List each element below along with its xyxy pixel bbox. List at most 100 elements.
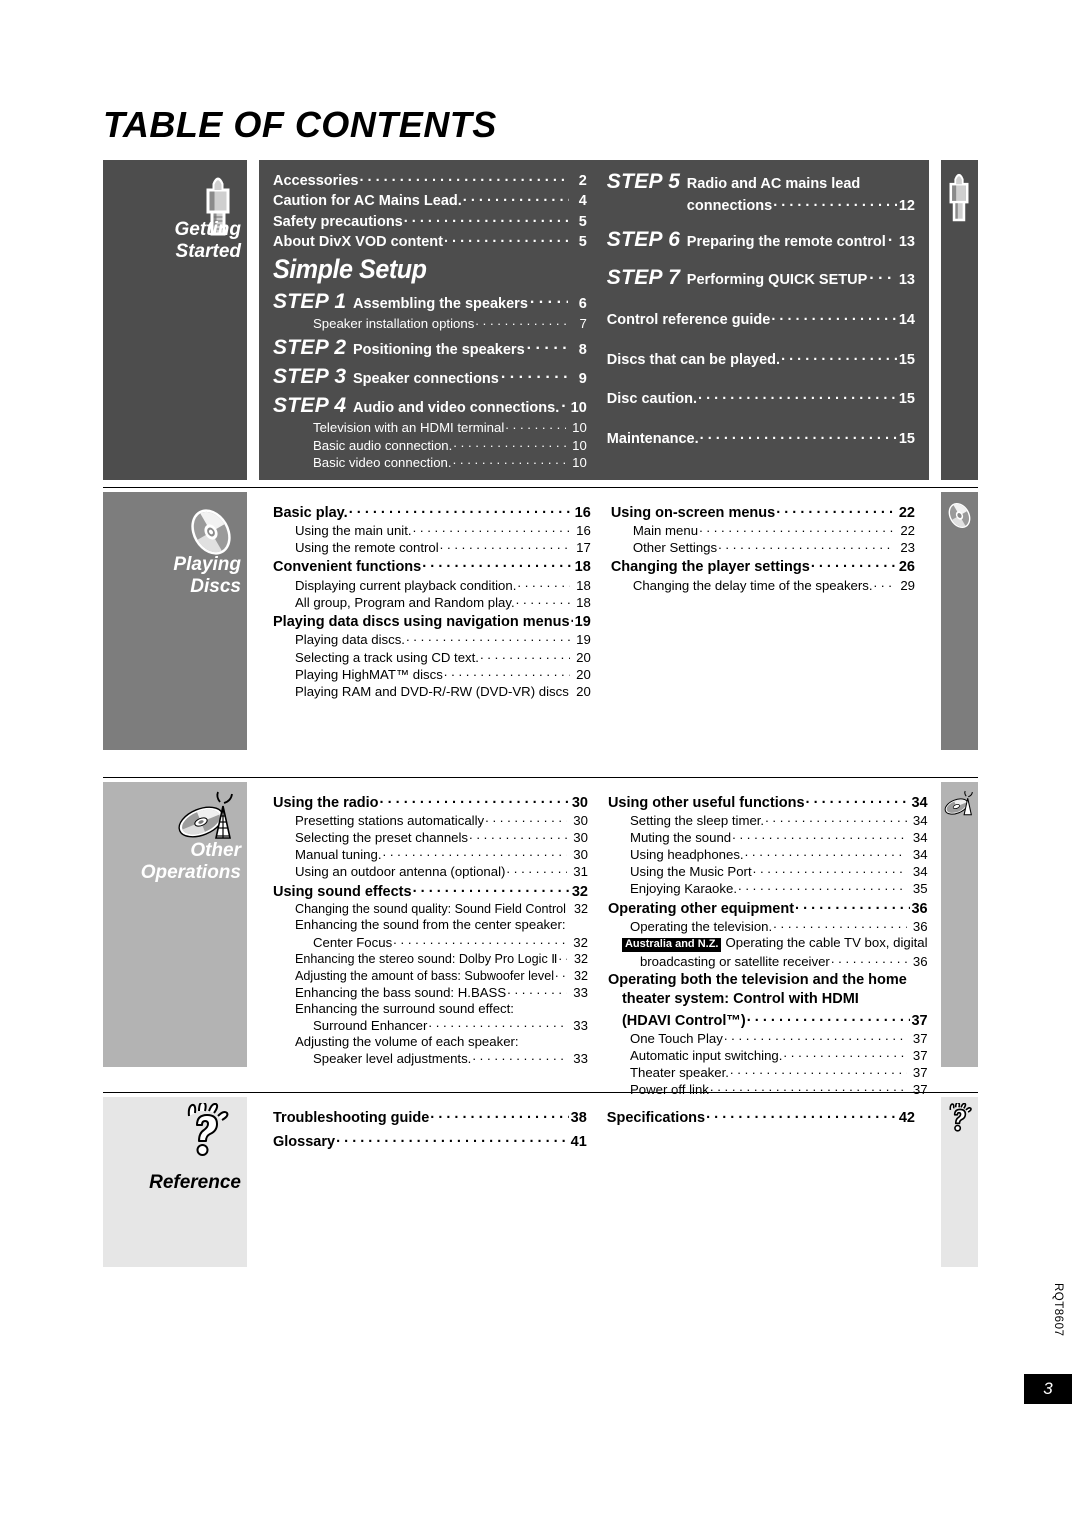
- toc-row[interactable]: Automatic input switching.37: [608, 1047, 928, 1063]
- toc-row[interactable]: Convenient functions18: [273, 557, 591, 576]
- toc-row[interactable]: Safety precautions5: [273, 211, 587, 230]
- toc-row[interactable]: Selecting a track using CD text.20: [273, 648, 591, 664]
- toc-row[interactable]: Glossary41: [273, 1132, 587, 1151]
- leader-dots: [404, 211, 569, 226]
- leader-dots: [831, 953, 907, 966]
- leader-dots: [516, 594, 570, 607]
- toc-row[interactable]: All group, Program and Random play.18: [273, 594, 591, 610]
- toc-row[interactable]: Using the Music Port34: [608, 863, 928, 879]
- toc-step-row[interactable]: STEP 7 Performing QUICK SETUP13: [607, 266, 915, 290]
- leader-dots: [422, 557, 573, 572]
- toc-row[interactable]: Caution for AC Mains Lead.4: [273, 191, 587, 210]
- toc-row[interactable]: Enhancing the bass sound: H.BASS33: [273, 984, 588, 1000]
- section-reference: Reference Troubleshooting guide38 Glossa…: [103, 1097, 978, 1267]
- toc-row[interactable]: Disc caution.15: [607, 389, 915, 408]
- toc-row[interactable]: Adjusting the amount of bass: Subwoofer …: [273, 967, 588, 983]
- toc-row[interactable]: Setting the sleep timer.34: [608, 812, 928, 828]
- toc-row[interactable]: Changing the sound quality: Sound Field …: [273, 901, 588, 916]
- toc-row[interactable]: Using an outdoor antenna (optional)31: [273, 863, 588, 879]
- section-tab-label-line1: Playing: [173, 554, 241, 575]
- toc-row[interactable]: Presetting stations automatically30: [273, 812, 588, 828]
- section-tab-label: Getting Started: [103, 219, 242, 262]
- toc-row[interactable]: Manual tuning.30: [273, 846, 588, 862]
- leader-dots: [781, 349, 897, 364]
- toc-row[interactable]: Accessories2: [273, 170, 587, 189]
- toc-row[interactable]: Basic play.16: [273, 502, 591, 521]
- toc-row[interactable]: Television with an HDMI terminal10: [273, 419, 587, 435]
- leader-dots: [349, 502, 573, 517]
- toc-row[interactable]: Control reference guide14: [607, 310, 915, 329]
- leader-dots: [730, 1064, 907, 1077]
- leader-dots: [444, 232, 569, 247]
- toc-row[interactable]: Center Focus32: [273, 933, 588, 949]
- toc-step-row[interactable]: STEP 3 Speaker connections9: [273, 365, 587, 389]
- toc-row[interactable]: Surround Enhancer33: [273, 1017, 588, 1033]
- toc-row[interactable]: About DivX VOD content5: [273, 232, 587, 251]
- leader-dots: [527, 338, 568, 354]
- toc-row[interactable]: Changing the player settings26: [611, 557, 915, 576]
- toc-text-line: Enhancing the surround sound effect:: [295, 1000, 514, 1016]
- toc-row[interactable]: Playing data discs using navigation menu…: [273, 612, 591, 631]
- toc-row[interactable]: Changing the delay time of the speakers.…: [611, 576, 915, 592]
- leader-dots: [718, 539, 894, 552]
- toc-row[interactable]: Playing HighMAT™ discs20: [273, 666, 591, 682]
- toc-row[interactable]: Troubleshooting guide38: [273, 1107, 587, 1126]
- toc-row[interactable]: broadcasting or satellite receiver36: [608, 953, 928, 969]
- toc-row[interactable]: Main menu22: [611, 522, 915, 538]
- toc-row[interactable]: connections12: [607, 195, 915, 214]
- toc-row[interactable]: Discs that can be played.15: [607, 349, 915, 368]
- leader-dots: [506, 863, 567, 876]
- toc-row[interactable]: Operating the television.36: [608, 918, 928, 934]
- toc-row[interactable]: Using other useful functions34: [608, 792, 928, 811]
- toc-row[interactable]: Operating other equipment36: [608, 898, 928, 917]
- toc-text-line: theater system: Control with HDMI: [621, 991, 859, 1008]
- toc-text-line: Australia and N.Z. Operating the cable TV…: [608, 935, 928, 952]
- toc-row[interactable]: Using the remote control17: [273, 539, 591, 555]
- toc-row[interactable]: Enjoying Karaoke.35: [608, 880, 928, 896]
- section-tab-label: Reference: [103, 1172, 241, 1194]
- toc-row[interactable]: Speaker installation options7: [273, 315, 587, 331]
- toc-row[interactable]: Displaying current playback condition.18: [273, 576, 591, 592]
- region-badge: Australia and N.Z.: [621, 938, 722, 952]
- toc-row[interactable]: Theater speaker.37: [608, 1064, 928, 1080]
- toc-column-left: Troubleshooting guide38 Glossary41: [273, 1105, 599, 1267]
- toc-text-line: Adjusting the volume of each speaker:: [295, 1034, 519, 1050]
- toc-row[interactable]: Using headphones.34: [608, 846, 928, 862]
- toc-row[interactable]: Maintenance.15: [607, 428, 915, 447]
- leader-dots: [765, 812, 906, 825]
- toc-row[interactable]: Using on-screen menus22: [611, 502, 915, 521]
- toc-row[interactable]: One Touch Play37: [608, 1030, 928, 1046]
- toc-row[interactable]: (HDAVI Control™)37: [608, 1010, 928, 1029]
- toc-row[interactable]: Using sound effects32: [273, 881, 588, 900]
- section-tab-label-line1: Other: [190, 840, 241, 861]
- toc-row[interactable]: Muting the sound34: [608, 829, 928, 845]
- toc-step-row[interactable]: STEP 5 Radio and AC mains lead: [607, 170, 915, 194]
- leader-dots: [706, 1107, 897, 1122]
- toc-row[interactable]: Power off link37: [608, 1081, 928, 1097]
- section-right-tab-playing-discs: [941, 492, 978, 750]
- leader-dots: [888, 230, 896, 246]
- toc-row[interactable]: Other Settings23: [611, 539, 915, 555]
- section-tab-label: Other Operations: [103, 840, 241, 883]
- toc-step-row[interactable]: STEP 4 Audio and video connections.10: [273, 394, 587, 418]
- leader-dots: [699, 522, 894, 535]
- leader-dots: [359, 170, 568, 185]
- leader-dots: [501, 367, 568, 383]
- toc-row[interactable]: Selecting the preset channels30: [273, 829, 588, 845]
- toc-row[interactable]: Playing RAM and DVD-R/-RW (DVD-VR) discs…: [273, 683, 591, 699]
- toc-row[interactable]: Using the radio30: [273, 792, 588, 811]
- section-tab-label-line1: Getting: [174, 219, 242, 240]
- toc-row[interactable]: Basic audio connection.10: [273, 436, 587, 452]
- leader-dots: [475, 315, 566, 328]
- section-content-other-operations: Using the radio30 Presetting stations au…: [259, 782, 929, 1097]
- toc-row[interactable]: Specifications42: [607, 1107, 915, 1126]
- toc-step-row[interactable]: STEP 2 Positioning the speakers8: [273, 336, 587, 360]
- toc-step-row[interactable]: STEP 1 Assembling the speakers6: [273, 290, 587, 314]
- leader-dots: [561, 396, 568, 412]
- toc-step-row[interactable]: STEP 6 Preparing the remote control13: [607, 228, 915, 252]
- toc-row[interactable]: Basic video connection.10: [273, 454, 587, 470]
- toc-row[interactable]: Using the main unit.16: [273, 522, 591, 538]
- toc-row[interactable]: Enhancing the stereo sound: Dolby Pro Lo…: [273, 951, 588, 967]
- toc-row[interactable]: Playing data discs.19: [273, 631, 591, 647]
- toc-row[interactable]: Speaker level adjustments.33: [273, 1050, 588, 1066]
